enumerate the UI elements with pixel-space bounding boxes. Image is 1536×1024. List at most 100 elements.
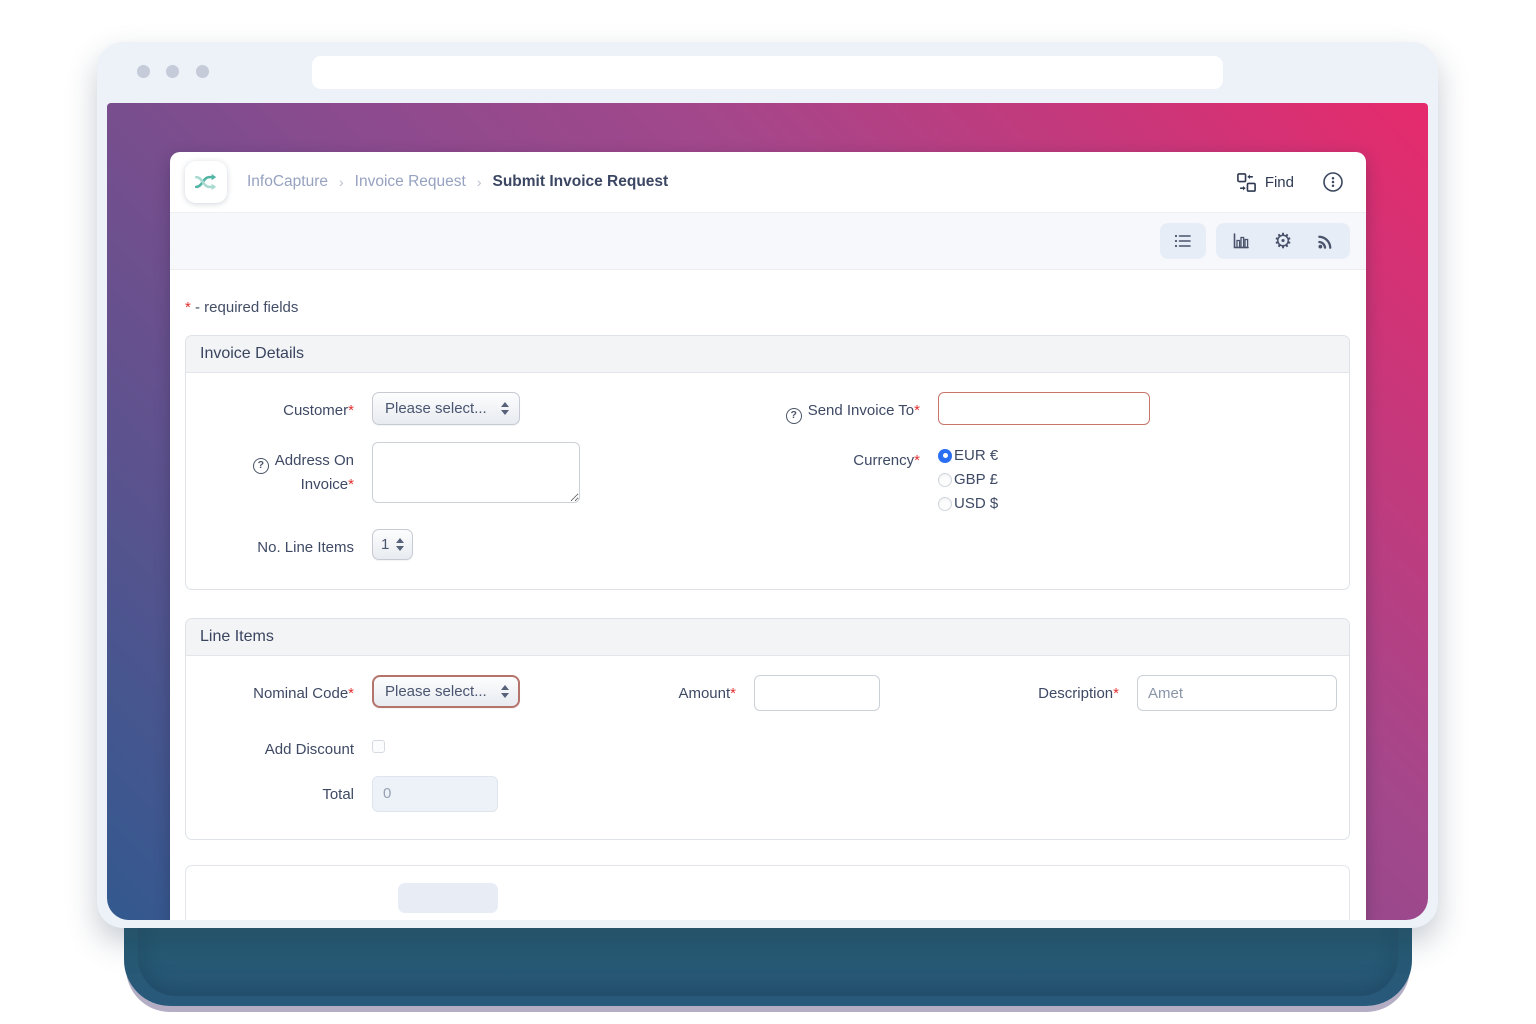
form-row: Customer* Please select... ? Send Invoic…: [202, 392, 1333, 425]
rss-feed-button[interactable]: [1304, 232, 1346, 251]
header-actions: Find: [1236, 171, 1344, 193]
select-arrows-icon: [500, 402, 509, 415]
total-input: [372, 775, 498, 812]
customer-select-value: Please select...: [385, 400, 487, 417]
find-swap-icon: [1236, 172, 1256, 192]
currency-label: Currency*: [770, 442, 920, 473]
description-input[interactable]: [1137, 675, 1337, 711]
window-zoom-button[interactable]: [196, 65, 209, 78]
invoice-details-panel: Invoice Details Customer* Please select.…: [185, 335, 1350, 590]
total-cell: [372, 775, 522, 812]
currency-option-label: GBP £: [954, 471, 998, 488]
view-toolbar: ⚙: [170, 213, 1366, 270]
currency-option-label: EUR €: [954, 447, 999, 464]
invoice-details-body: Customer* Please select... ? Send Invoic…: [186, 373, 1349, 589]
select-arrows-icon: [396, 538, 405, 551]
currency-option-usd[interactable]: USD $: [938, 495, 1333, 512]
radio-unselected-icon: [938, 496, 952, 511]
breadcrumb-separator: ›: [339, 174, 344, 190]
currency-option-label: USD $: [954, 495, 999, 512]
select-arrows-icon: [500, 685, 509, 698]
help-icon[interactable]: ?: [785, 407, 802, 424]
line-items-body: Nominal Code* Please select... Amount* D…: [186, 656, 1349, 839]
breadcrumb: InfoCapture › Invoice Request › Submit I…: [247, 173, 668, 191]
toolbar-button-group: ⚙: [1216, 223, 1350, 259]
no-line-items-select[interactable]: 1: [372, 529, 414, 560]
gear-icon: ⚙: [1273, 229, 1293, 253]
nominal-code-cell: Please select...: [372, 675, 522, 708]
form-row: Add Discount: [202, 729, 1333, 762]
breadcrumb-infocapture[interactable]: InfoCapture: [247, 173, 328, 191]
list-icon: [1174, 234, 1191, 248]
currency-radio-group: EUR € GBP £ USD $: [938, 442, 1333, 512]
radio-selected-icon: [938, 448, 952, 463]
radio-unselected-icon: [938, 472, 952, 487]
nominal-code-select[interactable]: Please select...: [372, 675, 520, 708]
send-invoice-to-label: ? Send Invoice To*: [770, 392, 920, 424]
no-line-items-label: No. Line Items: [202, 529, 354, 560]
find-button[interactable]: Find: [1236, 172, 1294, 193]
app-header: InfoCapture › Invoice Request › Submit I…: [170, 152, 1366, 213]
chart-view-button[interactable]: [1220, 231, 1262, 251]
settings-button[interactable]: ⚙: [1262, 231, 1304, 252]
form-row: No. Line Items 1: [202, 529, 1333, 560]
window-minimize-button[interactable]: [166, 65, 179, 78]
total-label: Total: [202, 776, 354, 807]
address-field-cell: [372, 442, 752, 508]
currency-option-eur[interactable]: EUR €: [938, 447, 1333, 464]
customer-label: Customer*: [202, 392, 354, 423]
no-line-items-label-text: No. Line Items: [257, 539, 354, 556]
screenshot-stage: InfoCapture › Invoice Request › Submit I…: [0, 0, 1536, 1024]
amount-label-text: Amount: [678, 685, 731, 702]
required-note-text: - required fields: [195, 299, 299, 316]
amount-label: Amount*: [540, 675, 736, 706]
required-asterisk: *: [348, 475, 354, 493]
nominal-code-value: Please select...: [385, 683, 487, 700]
nominal-code-label: Nominal Code*: [202, 675, 354, 706]
address-on-invoice-label: ? Address On Invoice*: [202, 442, 354, 496]
rss-icon: [1317, 235, 1331, 249]
required-asterisk: *: [730, 685, 736, 702]
invoice-details-title: Invoice Details: [186, 336, 1349, 373]
more-options-button[interactable]: [1322, 171, 1344, 193]
find-label: Find: [1264, 173, 1294, 191]
description-label: Description*: [898, 675, 1119, 706]
required-asterisk: *: [1113, 685, 1119, 702]
bar-chart-icon: [1233, 233, 1249, 249]
amount-cell: [754, 675, 880, 711]
customer-select[interactable]: Please select...: [372, 392, 520, 425]
address-on-invoice-textarea[interactable]: [372, 442, 580, 503]
required-asterisk: *: [348, 685, 354, 702]
add-discount-label: Add Discount: [202, 729, 354, 762]
send-invoice-to-input[interactable]: [938, 392, 1150, 425]
form-area: * - required fields Invoice Details Cust…: [170, 270, 1366, 920]
add-discount-label-text: Add Discount: [264, 741, 354, 758]
nominal-code-label-text: Nominal Code: [253, 685, 349, 702]
form-row: Total: [202, 775, 1333, 812]
help-icon[interactable]: ?: [252, 457, 269, 474]
line-items-title: Line Items: [186, 619, 1349, 656]
window-close-button[interactable]: [137, 65, 150, 78]
browser-viewport: InfoCapture › Invoice Request › Submit I…: [107, 103, 1428, 920]
infocapture-logo: [185, 161, 227, 203]
shuffle-icon: [194, 173, 217, 191]
address-label-text: Address On Invoice: [274, 452, 354, 493]
currency-option-gbp[interactable]: GBP £: [938, 471, 1333, 488]
required-asterisk: *: [185, 299, 191, 316]
line-items-panel: Line Items Nominal Code* Please select..…: [185, 618, 1350, 840]
add-discount-checkbox[interactable]: [372, 740, 385, 753]
amount-input[interactable]: [754, 675, 880, 711]
breadcrumb-invoice-request[interactable]: Invoice Request: [355, 173, 466, 191]
app-card: InfoCapture › Invoice Request › Submit I…: [170, 152, 1366, 920]
description-label-text: Description: [1038, 685, 1114, 702]
send-invoice-to-cell: [938, 392, 1333, 425]
url-bar[interactable]: [312, 56, 1223, 89]
list-view-button[interactable]: [1160, 223, 1206, 259]
total-label-text: Total: [322, 785, 354, 803]
breadcrumb-current-page: Submit Invoice Request: [492, 173, 669, 190]
partially-visible-button[interactable]: [398, 882, 498, 913]
currency-label-text: Currency: [853, 452, 915, 469]
breadcrumb-separator: ›: [476, 174, 482, 190]
required-asterisk: *: [914, 402, 920, 419]
no-line-items-cell: 1: [372, 529, 752, 560]
